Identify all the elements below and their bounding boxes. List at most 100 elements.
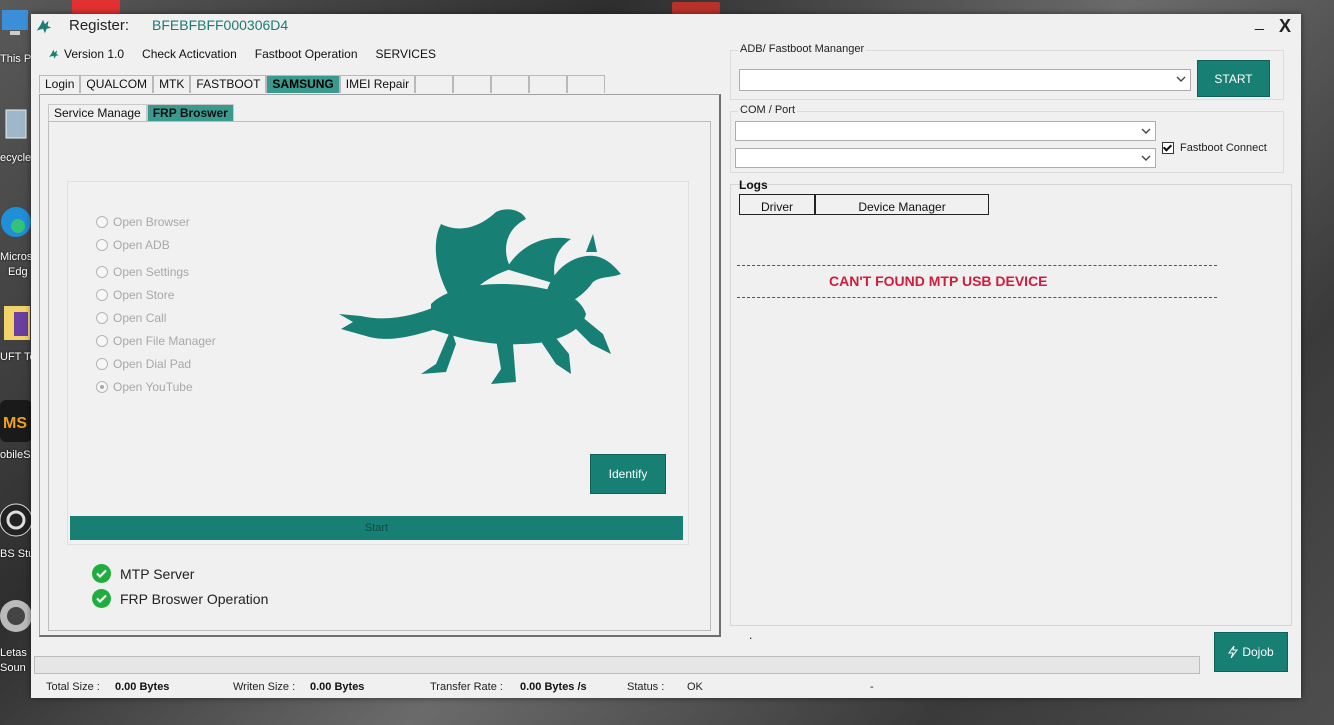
radio-button[interactable]	[96, 239, 108, 251]
subtab-frp-browser[interactable]: FRP Broswer	[146, 104, 234, 122]
minimize-button[interactable]: _	[1255, 14, 1264, 32]
option-open-adb[interactable]: Open ADB	[96, 238, 170, 252]
desktop-icon-letasoft[interactable]	[0, 596, 32, 636]
menu-version[interactable]: Version 1.0	[39, 47, 133, 61]
desktop-top-item	[672, 2, 720, 14]
desktop-label: Soun	[0, 662, 26, 674]
desktop-icon-uft-tool[interactable]	[0, 302, 32, 344]
speaker-icon	[0, 600, 32, 632]
status-value: OK	[687, 681, 703, 693]
dragon-small-icon	[49, 49, 59, 59]
option-open-file-manager[interactable]: Open File Manager	[96, 334, 216, 348]
status-label: Status :	[627, 681, 665, 693]
desktop-icon-obs[interactable]	[0, 498, 33, 544]
adb-device-select[interactable]	[739, 69, 1191, 91]
com-port-label: COM / Port	[738, 104, 798, 116]
device-manager-button[interactable]: Device Manager	[815, 194, 989, 215]
menu-check-activation[interactable]: Check Acticvation	[133, 47, 246, 61]
com-port-select[interactable]	[735, 121, 1156, 141]
adb-start-button[interactable]: START	[1197, 60, 1270, 97]
chevron-down-icon	[1141, 128, 1151, 134]
svg-text:MS: MS	[3, 415, 27, 432]
tab-samsung[interactable]: SAMSUNG	[266, 75, 340, 93]
desktop-icon-recycle-bin[interactable]	[0, 102, 32, 142]
radio-button[interactable]	[96, 358, 108, 370]
tab-blank[interactable]	[567, 75, 606, 93]
desktop-label: ecycle	[0, 152, 32, 164]
close-button[interactable]: X	[1279, 16, 1291, 37]
dragon-logo-icon	[36, 19, 52, 34]
dojob-button[interactable]: Dojob	[1214, 632, 1288, 672]
option-label: Open Browser	[113, 215, 190, 229]
total-size-label: Total Size :	[46, 681, 100, 693]
fastboot-connect-checkbox[interactable]	[1162, 142, 1174, 154]
option-label: Open Store	[113, 288, 175, 302]
tab-qualcom[interactable]: QUALCOM	[80, 75, 154, 93]
option-open-browser[interactable]: Open Browser	[96, 215, 190, 229]
menu-bar: Version 1.0 Check Acticvation Fastboot O…	[39, 44, 445, 64]
writen-size-label: Writen Size :	[233, 681, 296, 693]
log-error-message: CAN'T FOUND MTP USB DEVICE	[829, 273, 1048, 289]
status-label: FRP Broswer Operation	[120, 590, 269, 607]
start-button[interactable]: Start	[70, 516, 683, 540]
dojob-label: Dojob	[1242, 645, 1274, 659]
option-open-settings[interactable]: Open Settings	[96, 265, 189, 279]
transfer-rate-value: 0.00 Bytes /s	[520, 681, 587, 693]
radio-button-selected[interactable]	[96, 381, 108, 393]
option-open-dial-pad[interactable]: Open Dial Pad	[96, 357, 191, 371]
logs-label: Logs	[739, 178, 768, 192]
menu-version-label: Version 1.0	[64, 47, 125, 61]
option-open-store[interactable]: Open Store	[96, 288, 174, 302]
fastboot-connect-label: Fastboot Connect	[1180, 142, 1267, 154]
secondary-port-select[interactable]	[735, 148, 1156, 168]
radio-button[interactable]	[96, 266, 108, 278]
option-label: Open Call	[113, 311, 167, 325]
option-label: Open Settings	[113, 265, 190, 279]
dragon-logo-icon	[339, 209, 621, 384]
desktop-label: Micros	[0, 251, 33, 263]
subtab-service-manage[interactable]: Service Manage	[48, 104, 147, 122]
desktop-label: Letas	[0, 647, 27, 659]
tab-login[interactable]: Login	[39, 75, 81, 93]
menu-fastboot-operation[interactable]: Fastboot Operation	[246, 47, 367, 61]
tab-mtk[interactable]: MTK	[153, 75, 191, 93]
status-frp-browser-operation: FRP Broswer Operation	[92, 589, 268, 608]
fastboot-connect-checkbox-row[interactable]: Fastboot Connect	[1162, 142, 1267, 154]
desktop-label: obileS	[0, 449, 31, 461]
desktop-icon-this-pc[interactable]	[0, 4, 32, 44]
tab-imei-repair[interactable]: IMEI Repair	[339, 75, 416, 93]
tab-blank[interactable]	[491, 75, 530, 93]
option-label: Open File Manager	[113, 334, 216, 348]
radio-button[interactable]	[96, 289, 108, 301]
driver-button[interactable]: Driver	[739, 194, 815, 215]
option-open-call[interactable]: Open Call	[96, 311, 166, 325]
radio-button[interactable]	[96, 216, 108, 228]
desktop-label: BS Stu	[0, 548, 35, 560]
log-divider	[737, 265, 1217, 266]
app-window: Register: BFEBFBFF000306D4 _ X Version 1…	[31, 14, 1301, 698]
option-label: Open YouTube	[113, 380, 193, 394]
tab-blank[interactable]	[453, 75, 492, 93]
check-circle-icon	[92, 589, 111, 608]
option-open-youtube[interactable]: Open YouTube	[96, 380, 193, 394]
tab-blank[interactable]	[415, 75, 454, 93]
status-mtp-server: MTP Server	[92, 564, 194, 583]
mobilesea-icon: MS	[0, 400, 32, 442]
writen-size-value: 0.00 Bytes	[310, 681, 365, 693]
radio-button[interactable]	[96, 312, 108, 324]
radio-button[interactable]	[96, 335, 108, 347]
uft-tool-icon	[4, 306, 30, 340]
main-tabs: Login QUALCOM MTK FASTBOOT SAMSUNG IMEI …	[39, 75, 606, 93]
menu-services[interactable]: SERVICES	[367, 47, 445, 61]
tab-fastboot[interactable]: FASTBOOT	[190, 75, 267, 93]
register-label: Register:	[69, 17, 130, 34]
check-circle-icon	[92, 564, 111, 583]
tab-blank[interactable]	[529, 75, 568, 93]
desktop-icon-mobilesea[interactable]: MS	[0, 398, 32, 444]
desktop-icon-edge[interactable]	[0, 200, 32, 246]
identify-button[interactable]: Identify	[590, 454, 666, 494]
logs-panel	[730, 184, 1292, 626]
chevron-down-icon	[1176, 76, 1186, 82]
edge-icon	[1, 207, 31, 237]
recycle-bin-icon	[5, 109, 27, 139]
